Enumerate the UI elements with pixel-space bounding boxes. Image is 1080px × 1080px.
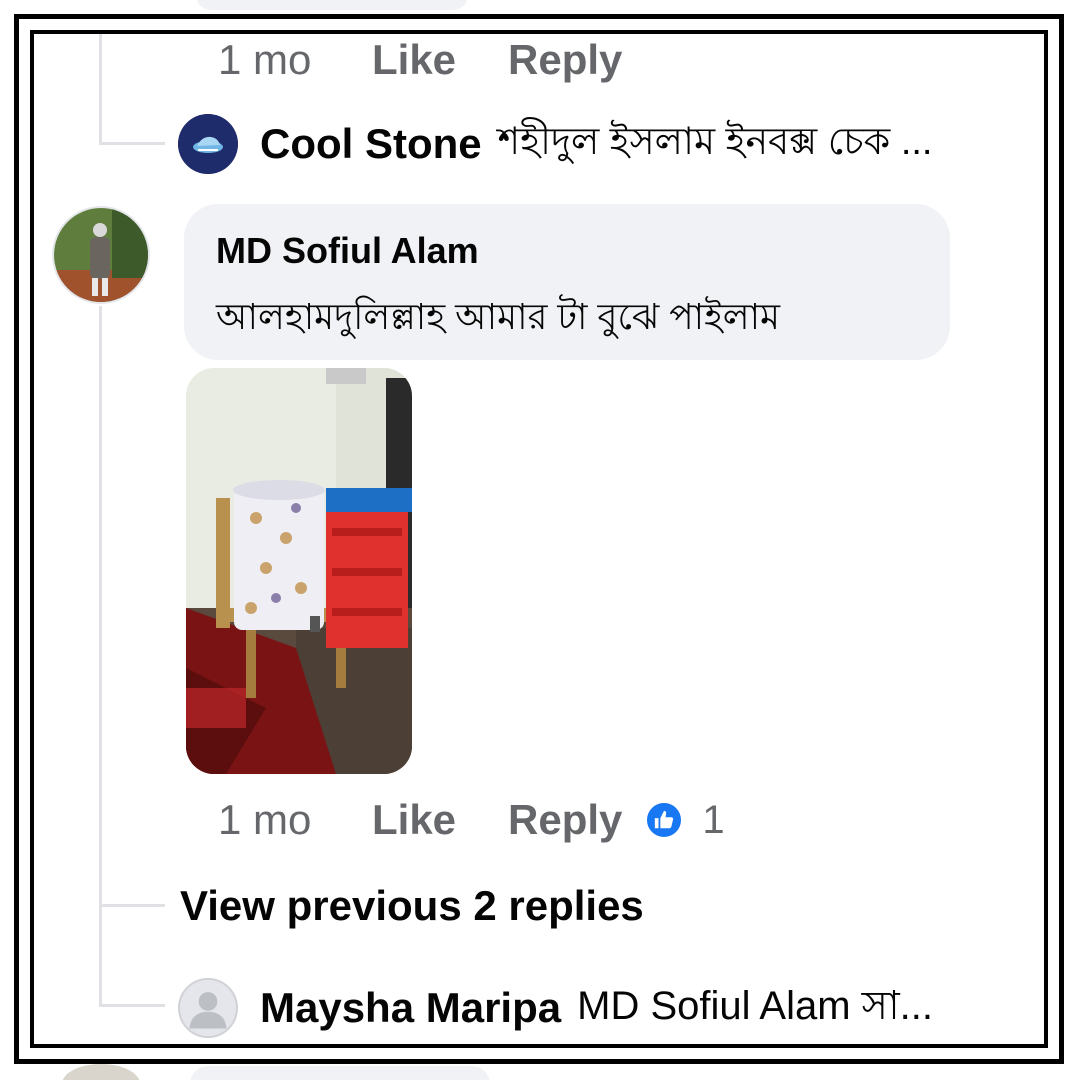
avatar[interactable]	[52, 206, 150, 304]
thread-branch-cool-stone	[99, 142, 165, 145]
reply-button[interactable]: Reply	[508, 796, 622, 844]
reply-author[interactable]: Maysha Maripa	[260, 984, 561, 1032]
next-comment-bubble	[190, 1066, 490, 1080]
comment-bubble: MD Sofiul Alam আলহামদুলিল্লাহ আমার টা বু…	[184, 204, 950, 360]
avatar[interactable]	[178, 977, 238, 1038]
thread-line-main	[99, 306, 102, 1006]
comment-author[interactable]: MD Sofiul Alam	[216, 230, 918, 272]
comment-actions: 1 mo Like Reply 1	[218, 796, 725, 844]
top-comment-actions: 1 mo Like Reply	[218, 36, 622, 84]
thread-line-top	[99, 34, 102, 144]
thumbs-up-icon	[655, 810, 674, 829]
thread-branch-maysha	[99, 1004, 165, 1007]
view-previous-replies-link[interactable]: View previous 2 replies	[180, 882, 644, 930]
comment-time[interactable]: 1 mo	[218, 796, 372, 844]
like-reaction-icon[interactable]	[644, 800, 685, 840]
thread-branch-view-previous	[99, 904, 165, 907]
reply-preview[interactable]: MD Sofiul Alam সা...	[577, 974, 933, 1041]
comment-text: আলহামদুলিল্লাহ আমার টা বুঝে পাইলাম	[216, 296, 781, 337]
like-button[interactable]: Like	[372, 36, 508, 84]
reply-maysha-maripa[interactable]: Maysha Maripa MD Sofiul Alam সা...	[178, 974, 933, 1041]
water-filter-photo	[186, 368, 412, 774]
reaction-count[interactable]: 1	[702, 798, 724, 843]
car-logo-icon	[178, 114, 238, 174]
comment-photo[interactable]	[186, 368, 412, 774]
comment-time[interactable]: 1 mo	[218, 36, 372, 84]
reply-author[interactable]: Cool Stone	[260, 120, 482, 168]
default-user-icon	[180, 979, 236, 1036]
next-comment-avatar	[62, 1064, 140, 1080]
profile-photo	[54, 208, 148, 302]
previous-comment-bubble	[196, 0, 468, 10]
reply-button[interactable]: Reply	[508, 36, 622, 84]
like-button[interactable]: Like	[372, 796, 508, 844]
reply-preview[interactable]: শহীদুল ইসলাম ইনবক্স চেক ...	[498, 112, 933, 176]
reply-cool-stone[interactable]: Cool Stone শহীদুল ইসলাম ইনবক্স চেক ...	[178, 112, 933, 176]
avatar[interactable]	[178, 114, 238, 174]
